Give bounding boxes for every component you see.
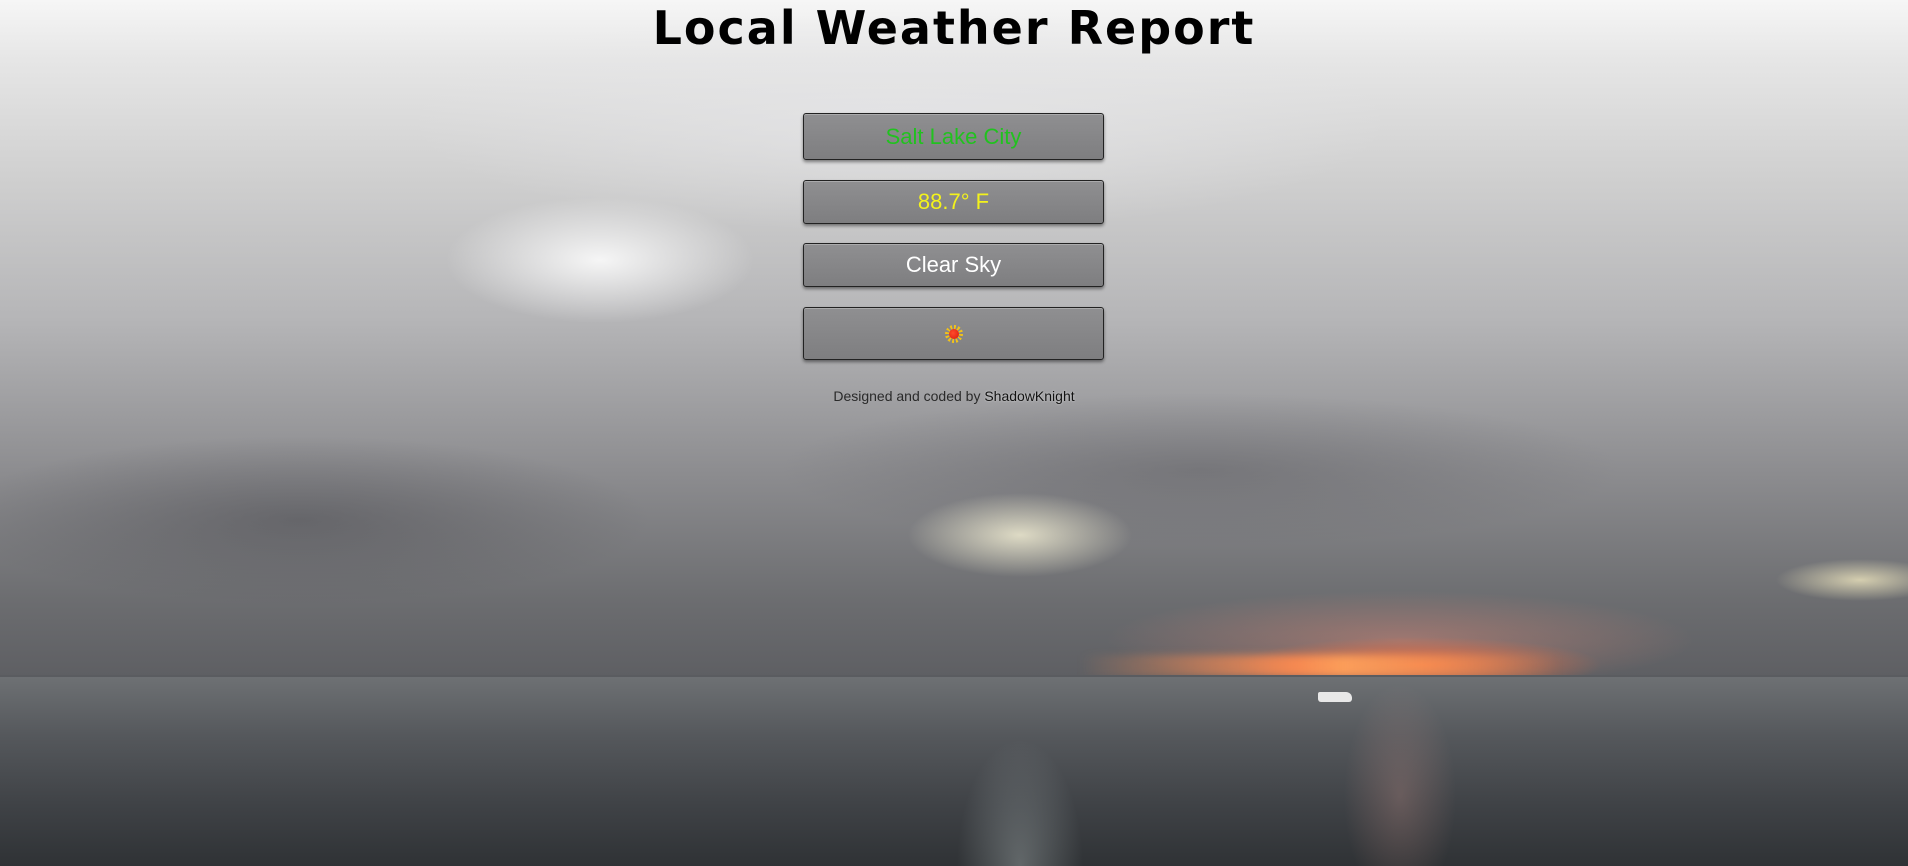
city-name: Salt Lake City	[885, 123, 1022, 149]
sun-icon	[944, 324, 963, 343]
condition-text: Clear Sky	[905, 252, 1002, 277]
sunset-glow	[1080, 655, 1560, 677]
sea	[0, 676, 1908, 866]
condition-panel: Clear Sky	[803, 243, 1104, 287]
credit-prefix: Designed and coded by	[833, 388, 981, 404]
horizon-line	[0, 675, 1908, 677]
temperature-value[interactable]: 88.7° F	[918, 189, 989, 215]
page-title: Local Weather Report	[652, 1, 1256, 55]
footer-credit: Designed and coded by ShadowKnight	[0, 388, 1908, 404]
temperature-panel[interactable]: 88.7° F	[803, 180, 1104, 224]
author-link[interactable]: ShadowKnight	[984, 388, 1074, 404]
city-panel: Salt Lake City	[803, 113, 1104, 160]
boat	[1318, 692, 1352, 702]
weather-icon-panel	[803, 307, 1104, 360]
